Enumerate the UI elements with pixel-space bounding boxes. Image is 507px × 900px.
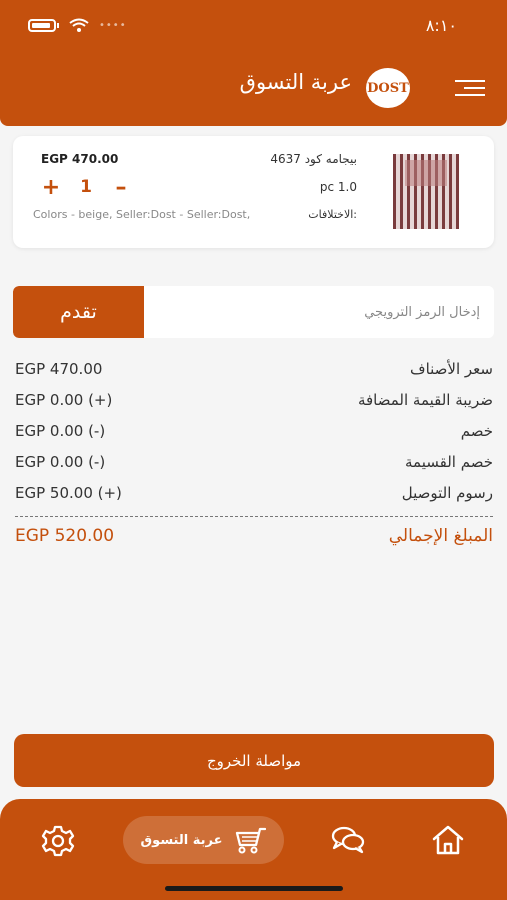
summary-row-delivery-fee: EGP 50.00 (+) رسوم التوصيل (15, 481, 493, 505)
brand-logo: DOST (366, 68, 410, 108)
summary-label: خصم (460, 422, 493, 440)
quantity-stepper: + 1 – (41, 175, 131, 200)
summary-row-coupon-discount: EGP 0.00 (-) خصم القسيمة (15, 450, 493, 474)
bottom-nav: عربة التسوق (0, 799, 507, 900)
nav-cart-tab[interactable]: عربة التسوق (123, 816, 284, 864)
cart-item-card: بيجامه كود 4637 EGP 470.00 pc 1.0 + 1 – … (13, 136, 494, 248)
variations-value: Colors - beige, Seller:Dost - Seller:Dos… (33, 208, 251, 221)
home-icon[interactable] (430, 823, 466, 857)
product-image[interactable] (393, 154, 459, 229)
summary-row-vat: EGP 0.00 (+) ضريبة القيمة المضافة (15, 388, 493, 412)
summary-row-subtotal: EGP 470.00 سعر الأصناف (15, 357, 493, 381)
summary-label: ضريبة القيمة المضافة (357, 391, 493, 409)
product-name: بيجامه كود 4637 (270, 152, 357, 166)
summary-value: EGP 470.00 (15, 360, 103, 378)
status-icons: •••• (28, 18, 127, 32)
increase-quantity-button[interactable]: + (41, 175, 61, 200)
product-qty-unit: pc 1.0 (319, 180, 357, 194)
promo-code-input[interactable] (144, 286, 494, 338)
total-label: المبلغ الإجمالي (388, 526, 493, 546)
variations-label: الاختلافات: (308, 208, 357, 221)
app-header: ٨:١٠ •••• DOST عربة التسوق (0, 0, 507, 126)
wifi-icon (69, 18, 89, 32)
cart-icon (236, 827, 267, 854)
summary-label: رسوم التوصيل (401, 484, 493, 502)
carrier-signal-icon: •••• (99, 19, 127, 31)
product-price: EGP 470.00 (41, 152, 119, 166)
quantity-value: 1 (80, 177, 92, 197)
summary-value: EGP 0.00 (-) (15, 422, 106, 440)
summary-row-total: EGP 520.00 المبلغ الإجمالي (15, 524, 493, 548)
logo-text: DOST (367, 80, 409, 96)
summary-value: EGP 0.00 (-) (15, 453, 106, 471)
status-time: ٨:١٠ (425, 16, 457, 35)
home-indicator (165, 886, 343, 891)
summary-row-discount: EGP 0.00 (-) خصم (15, 419, 493, 443)
summary-divider (15, 516, 493, 517)
page-title: عربة التسوق (239, 70, 352, 94)
menu-icon[interactable] (455, 80, 485, 98)
battery-nub (57, 22, 59, 28)
summary-value: EGP 50.00 (+) (15, 484, 122, 502)
promo-code-row: تقدم (13, 286, 494, 338)
chat-icon[interactable] (330, 823, 366, 857)
settings-icon[interactable] (40, 823, 76, 857)
decrease-quantity-button[interactable]: – (111, 175, 131, 200)
summary-value: EGP 0.00 (+) (15, 391, 113, 409)
summary-label: خصم القسيمة (405, 453, 493, 471)
total-value: EGP 520.00 (15, 526, 115, 546)
nav-cart-label: عربة التسوق (140, 832, 223, 848)
apply-promo-button[interactable]: تقدم (13, 286, 144, 338)
continue-checkout-button[interactable]: مواصلة الخروج (14, 734, 494, 787)
summary-label: سعر الأصناف (410, 360, 493, 378)
battery-icon (28, 18, 56, 32)
